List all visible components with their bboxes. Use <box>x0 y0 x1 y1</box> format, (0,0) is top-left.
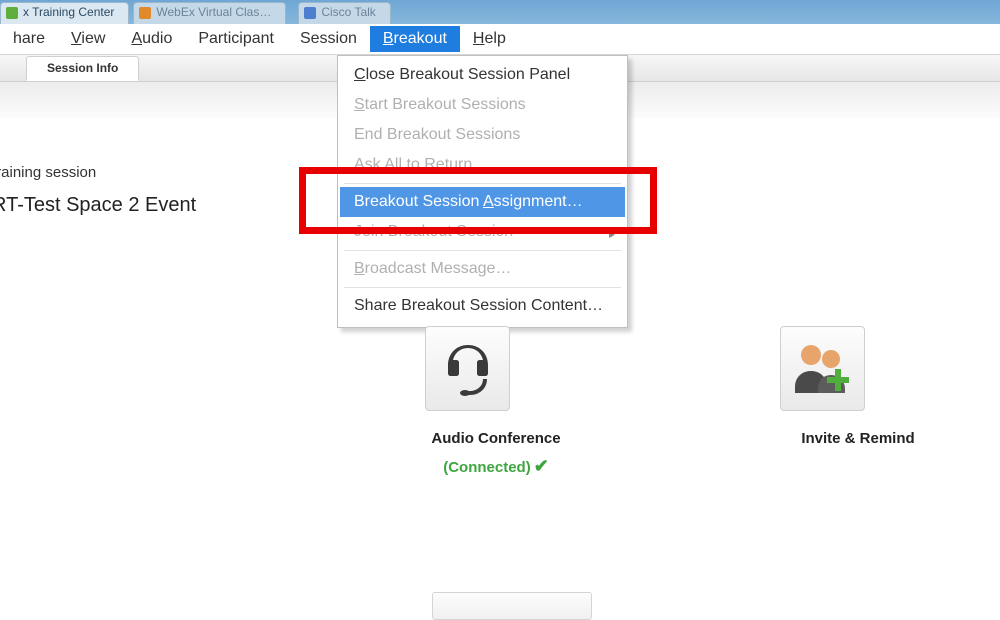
menu-participant[interactable]: Participant <box>185 26 287 52</box>
dd-end-sessions: End Breakout Sessions <box>340 120 625 150</box>
partial-button[interactable] <box>432 592 592 620</box>
audio-conference-label: Audio Conference <box>396 430 596 447</box>
session-title: RT-Test Space 2 Event <box>0 194 196 217</box>
dd-start-sessions: Start Breakout Sessions <box>340 90 625 120</box>
menu-separator <box>344 287 621 288</box>
tab-label: Cisco Talk <box>321 5 375 19</box>
browser-tab-cisco[interactable]: Cisco Talk <box>298 2 390 24</box>
headset-icon <box>438 339 498 399</box>
tab-session-info[interactable]: Session Info <box>26 56 139 81</box>
menu-audio[interactable]: Audio <box>118 26 185 52</box>
tab-label: WebEx Virtual Clas… <box>156 5 271 19</box>
breakout-dropdown: Close Breakout Session Panel Start Break… <box>337 55 628 328</box>
dd-broadcast: Broadcast Message… <box>340 254 625 284</box>
invite-people-icon <box>791 339 855 399</box>
app-menubar: hare View Audio Participant Session Brea… <box>0 24 1000 55</box>
dd-join-session: Join Breakout Session▸ <box>340 217 625 247</box>
menu-separator <box>344 183 621 184</box>
favicon-icon <box>304 7 316 19</box>
menu-view[interactable]: View <box>58 26 118 52</box>
dd-share-content[interactable]: Share Breakout Session Content… <box>340 291 625 321</box>
menu-session[interactable]: Session <box>287 26 370 52</box>
dd-breakout-assignment[interactable]: Breakout Session Assignment… <box>340 187 625 217</box>
session-type-label: training session <box>0 164 96 181</box>
check-icon: ✔ <box>534 456 549 476</box>
tab-label: x Training Center <box>23 5 114 19</box>
favicon-icon <box>139 7 151 19</box>
audio-conference-tile[interactable] <box>425 326 510 411</box>
browser-tabstrip: x Training Center WebEx Virtual Clas… Ci… <box>0 0 1000 24</box>
invite-remind-label: Invite & Remind <box>758 430 958 447</box>
submenu-arrow-icon: ▸ <box>609 227 615 241</box>
dd-close-panel[interactable]: Close Breakout Session Panel <box>340 60 625 90</box>
menu-separator <box>344 250 621 251</box>
audio-status: (Connected)✔ <box>396 456 596 477</box>
browser-tab-training-center[interactable]: x Training Center <box>0 2 129 24</box>
favicon-icon <box>6 7 18 19</box>
browser-tab-virtual-class[interactable]: WebEx Virtual Clas… <box>133 2 286 24</box>
dd-ask-return: Ask All to Return <box>340 150 625 180</box>
menu-share[interactable]: hare <box>0 26 58 52</box>
invite-remind-tile[interactable] <box>780 326 865 411</box>
menu-breakout[interactable]: Breakout <box>370 26 460 52</box>
menu-help[interactable]: Help <box>460 26 519 52</box>
